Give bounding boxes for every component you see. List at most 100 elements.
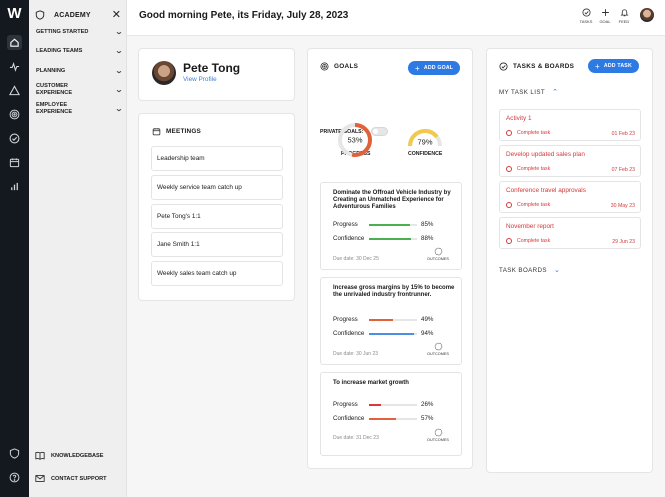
menu-item-customer-experience[interactable]: CUSTOMER EXPERIENCE ⌄ [36, 83, 123, 97]
task-boards-toggle[interactable]: TASK BOARDS ⌄ [499, 266, 560, 275]
complete-task-label: Complete task [517, 238, 551, 244]
avatar[interactable] [640, 8, 654, 22]
outcomes-button[interactable]: OUTCOMES [425, 428, 451, 442]
menu-header: ACADEMY ✕ [35, 8, 121, 22]
outcomes-button[interactable]: OUTCOMES [425, 247, 451, 261]
outcomes-icon [434, 342, 442, 351]
academy-menu: ACADEMY ✕ GETTING STARTED ⌄ LEADING TEAM… [29, 0, 127, 497]
confidence-row-label: Confidence [333, 330, 365, 337]
tasks-action[interactable]: TASKS [577, 8, 595, 24]
task-item[interactable]: November report Complete task 29 Jun 23 [499, 217, 641, 249]
menu-item-getting-started[interactable]: GETTING STARTED ⌄ [36, 28, 124, 37]
confidence-percent: 94% [421, 330, 434, 337]
feed-action-label: FEED [618, 19, 630, 24]
confidence-row-label: Confidence [333, 235, 365, 242]
profile-name: Pete Tong [183, 61, 241, 75]
contact-support-link[interactable]: CONTACT SUPPORT [35, 474, 123, 483]
add-task-button[interactable]: + ADD TASK [588, 59, 639, 73]
menu-item-employee-experience[interactable]: EMPLOYEE EXPERIENCE ⌄ [36, 102, 123, 116]
task-item[interactable]: Conference travel approvals Complete tas… [499, 181, 641, 213]
pulse-icon[interactable] [7, 59, 22, 74]
chevron-down-icon: ⌄ [114, 68, 124, 75]
goal-title: Increase gross margins by 15% to become … [333, 285, 455, 299]
avatar [152, 61, 176, 85]
goal-card[interactable]: To increase market growth Progress 26% C… [320, 372, 462, 456]
plus-icon: + [595, 61, 600, 71]
home-icon[interactable] [7, 35, 22, 50]
complete-task-button[interactable]: Complete task [506, 202, 550, 208]
menu-title: ACADEMY [54, 11, 91, 19]
main-content: Good morning Pete, its Friday, July 28, … [127, 0, 665, 497]
progress-percent: 26% [421, 401, 434, 408]
task-date: 01 Feb 23 [611, 131, 635, 137]
outcomes-label: OUTCOMES [427, 352, 449, 356]
app-logo[interactable]: W [4, 6, 25, 22]
target-icon[interactable] [7, 107, 22, 122]
task-date: 30 May 23 [610, 203, 635, 209]
my-task-list-toggle[interactable]: MY TASK LIST ⌃ [499, 88, 558, 97]
progress-fill [369, 224, 410, 226]
meetings-title: MEETINGS [166, 128, 201, 135]
task-item[interactable]: Develop updated sales plan Complete task… [499, 145, 641, 177]
check-circle-icon[interactable] [7, 131, 22, 146]
goal-card[interactable]: Increase gross margins by 15% to become … [320, 277, 462, 365]
view-profile-link[interactable]: View Profile [183, 76, 217, 83]
meeting-item[interactable]: Weekly sales team catch up [151, 261, 283, 286]
chevron-down-icon: ⌄ [114, 48, 124, 55]
goal-title: To increase market growth [333, 380, 409, 386]
chevron-down-icon: ⌄ [114, 29, 124, 36]
plus-icon: + [415, 63, 420, 73]
outcomes-icon [434, 428, 442, 437]
menu-item-planning[interactable]: PLANNING ⌄ [36, 67, 124, 76]
book-icon [35, 451, 45, 460]
calendar-icon[interactable] [7, 155, 22, 170]
meeting-item[interactable]: Pete Tong's 1:1 [151, 204, 283, 229]
confidence-row-label: Confidence [333, 415, 365, 422]
complete-task-label: Complete task [517, 166, 551, 172]
icon-rail: W [0, 0, 29, 497]
goal-card[interactable]: Dominate the Offroad Vehicle Industry by… [320, 182, 462, 270]
confidence-fill [369, 418, 397, 420]
confidence-gauge: 79% [408, 129, 442, 147]
plus-icon [601, 9, 609, 16]
goal-due-date: Due date: 31 Dec 23 [333, 435, 379, 441]
bell-icon [620, 9, 628, 17]
shield-icon[interactable] [7, 446, 22, 461]
outcomes-button[interactable]: OUTCOMES [425, 342, 451, 356]
knowledgebase-link[interactable]: KNOWLEDGEBASE [35, 451, 123, 460]
add-goal-button[interactable]: + ADD GOAL [408, 61, 461, 75]
add-task-label: ADD TASK [603, 63, 632, 69]
meeting-item[interactable]: Weekly service team catch up [151, 175, 283, 200]
confidence-fill [369, 238, 412, 240]
meeting-item[interactable]: Jane Smith 1:1 [151, 232, 283, 257]
meetings-card: MEETINGS Leadership team Weekly service … [138, 113, 295, 301]
menu-item-leading-teams[interactable]: LEADING TEAMS ⌄ [36, 47, 124, 56]
confidence-bar [369, 333, 417, 335]
goals-title: GOALS [334, 63, 359, 70]
meeting-item[interactable]: Leadership team [151, 146, 283, 171]
progress-row-label: Progress [333, 221, 358, 228]
complete-task-button[interactable]: Complete task [506, 130, 550, 136]
progress-percent: 49% [421, 316, 434, 323]
warning-icon[interactable] [7, 83, 22, 98]
goals-card: GOALS + ADD GOAL PRIVATE GOALS: PROGRESS… [307, 48, 473, 469]
meetings-header: MEETINGS [152, 127, 201, 136]
feed-action[interactable]: FEED [615, 8, 633, 24]
circle-icon [506, 166, 512, 172]
contact-support-label: CONTACT SUPPORT [51, 475, 107, 482]
menu-item-label: LEADING TEAMS [36, 47, 83, 54]
bar-chart-icon[interactable] [7, 179, 22, 194]
task-item[interactable]: Activity 1 Complete task 01 Feb 23 [499, 109, 641, 141]
close-icon[interactable]: ✕ [112, 10, 121, 21]
confidence-bar [369, 418, 417, 420]
task-name: Activity 1 [506, 115, 532, 122]
my-task-list-label: MY TASK LIST [499, 88, 546, 96]
goal-action[interactable]: GOAL [596, 8, 614, 24]
check-circle-icon [499, 62, 508, 71]
complete-task-button[interactable]: Complete task [506, 238, 550, 244]
complete-task-button[interactable]: Complete task [506, 166, 550, 172]
menu-item-label: GETTING STARTED [36, 28, 89, 35]
outcomes-icon [434, 247, 442, 256]
progress-row-label: Progress [333, 316, 358, 323]
help-icon[interactable] [7, 470, 22, 485]
